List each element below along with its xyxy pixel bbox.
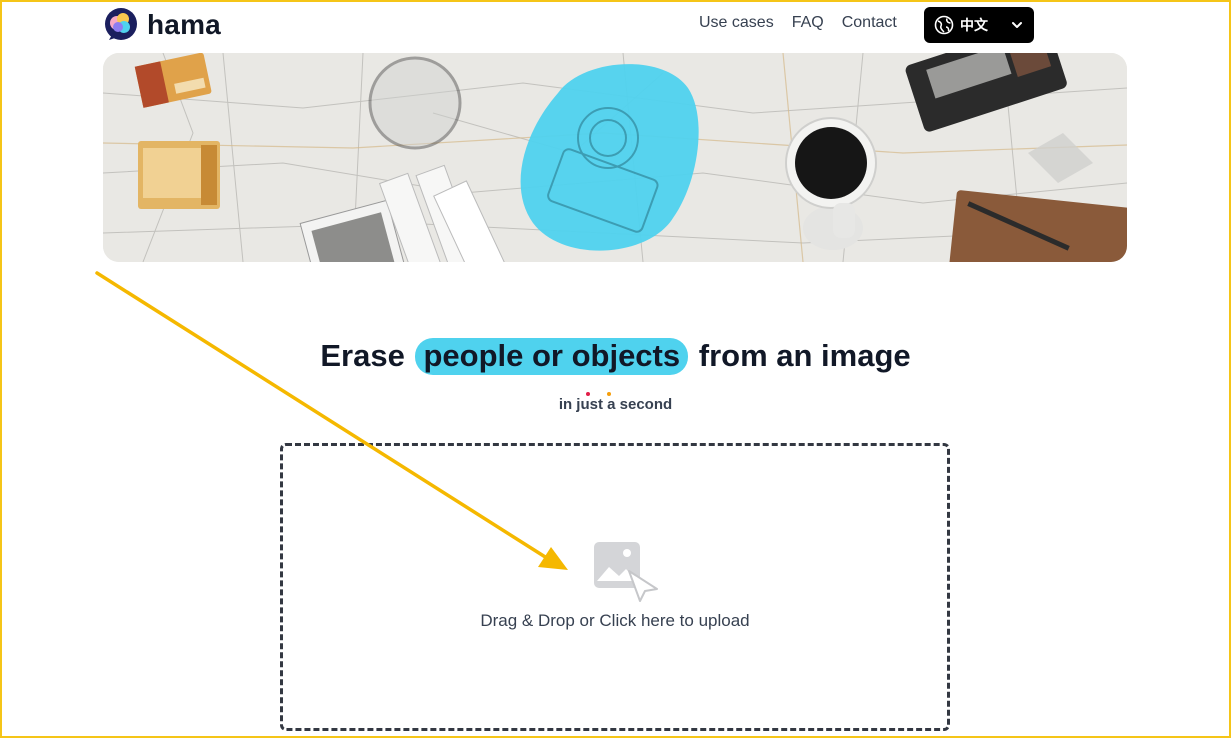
- hama-logo-icon: [105, 8, 137, 40]
- language-selector[interactable]: 中文: [924, 7, 1034, 43]
- nav-use-cases[interactable]: Use cases: [699, 14, 774, 32]
- top-nav: Use cases FAQ Contact: [699, 14, 897, 32]
- brand-logo[interactable]: hama: [103, 7, 221, 43]
- hero-image: [103, 53, 1127, 262]
- title-highlight: people or objects: [415, 338, 689, 375]
- chevron-down-icon: [1012, 22, 1022, 28]
- brand-name: hama: [147, 9, 221, 40]
- language-label: 中文: [960, 17, 988, 33]
- title-prefix: Erase: [320, 338, 405, 373]
- nav-contact[interactable]: Contact: [842, 14, 897, 32]
- page-subtitle: in just a second: [558, 396, 673, 413]
- hero-illustration: [103, 53, 1127, 262]
- upload-label: Drag & Drop or Click here to upload: [480, 611, 750, 630]
- nav-faq[interactable]: FAQ: [792, 14, 824, 32]
- page-title: Erase people or objects from an image: [0, 338, 1231, 375]
- upload-dropzone[interactable]: Drag & Drop or Click here to upload: [280, 443, 950, 731]
- title-suffix: from an image: [698, 338, 911, 373]
- globe-icon: [934, 15, 954, 35]
- image-upload-icon: [594, 542, 658, 602]
